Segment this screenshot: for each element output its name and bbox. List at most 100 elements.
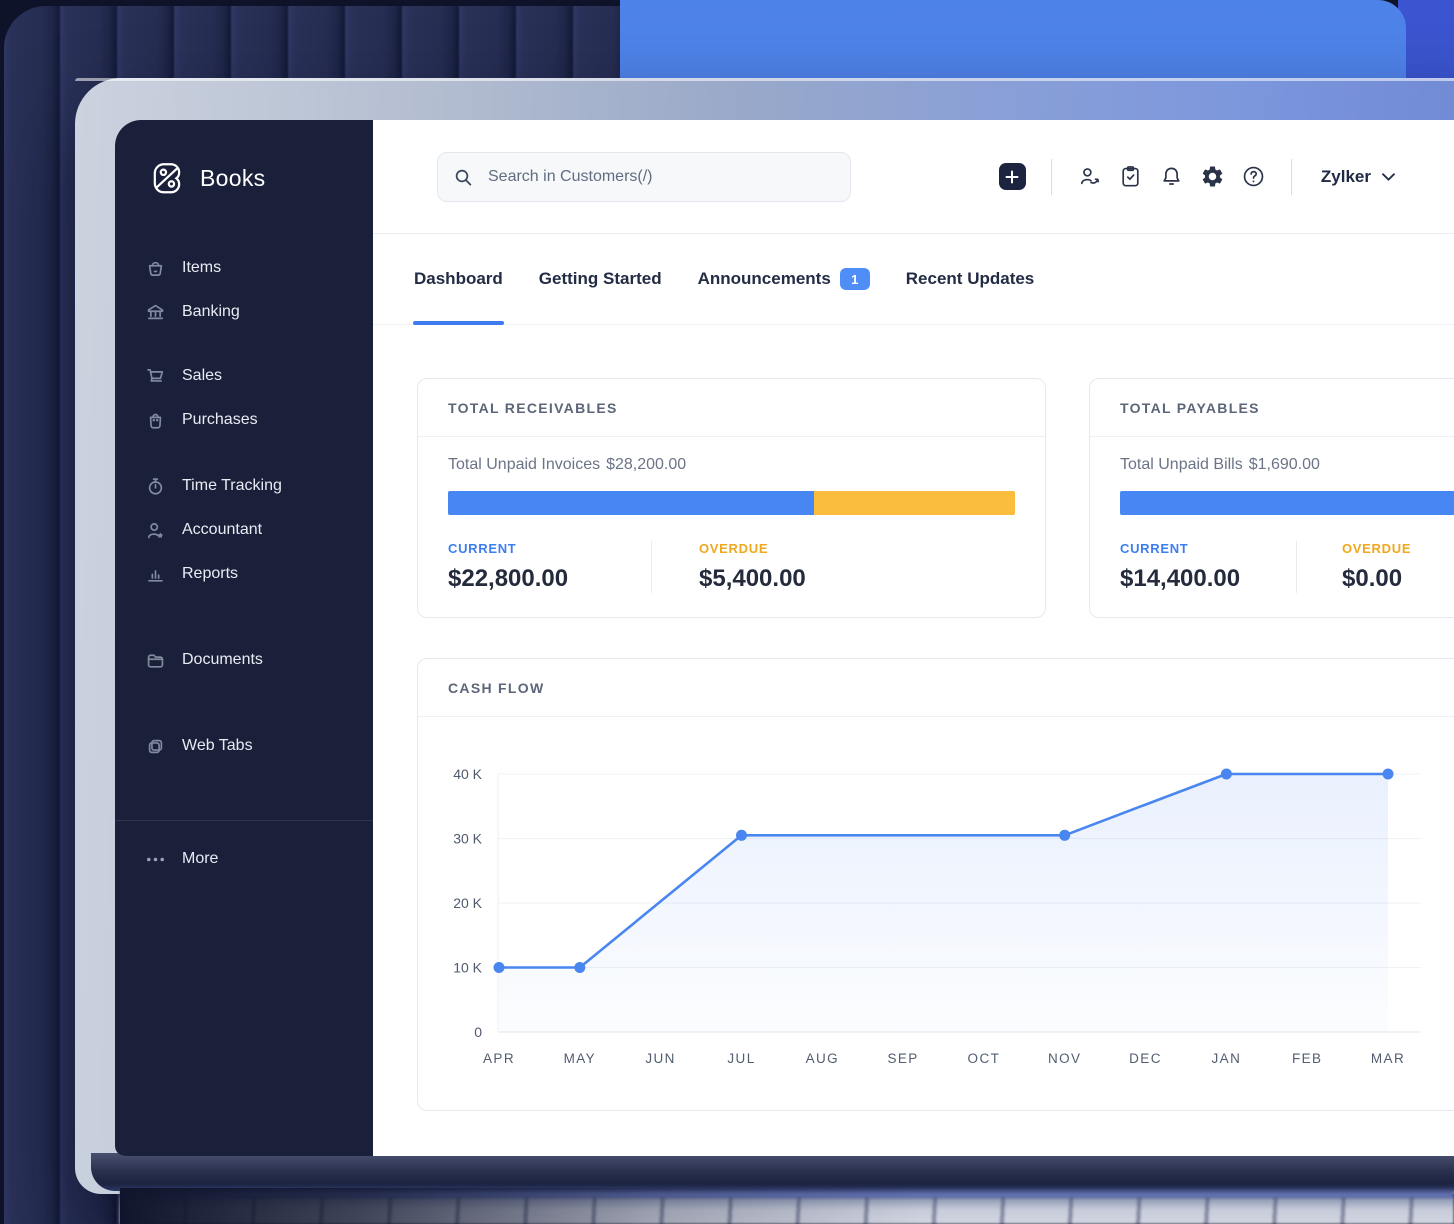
current-stat: CURRENT $22,800.00	[448, 541, 651, 593]
referrals-icon[interactable]	[1077, 164, 1102, 189]
stat-divider	[1296, 541, 1297, 593]
svg-text:10 K: 10 K	[453, 960, 482, 976]
unpaid-summary-label: Total Unpaid Bills	[1120, 456, 1243, 473]
card-header: TOTAL PAYABLES	[1090, 379, 1454, 437]
payables-progress-bar	[1120, 491, 1454, 515]
sidebar-item-label: More	[182, 850, 218, 868]
web-tabs-icon	[145, 736, 166, 757]
overdue-label: OVERDUE	[699, 541, 806, 556]
org-switcher[interactable]: Zylker	[1321, 167, 1395, 187]
org-name: Zylker	[1321, 167, 1371, 187]
sidebar-nav: Items Banking SalesPurchases Time Tracking A…	[115, 246, 373, 788]
svg-text:OCT: OCT	[968, 1051, 1001, 1066]
sidebar-item-web-tabs[interactable]: Web Tabs	[115, 724, 373, 768]
sidebar-group: Documents	[115, 638, 373, 682]
card-body: Total Unpaid Invoices $28,200.00 CURRENT …	[418, 437, 1045, 593]
tasks-icon[interactable]	[1118, 164, 1143, 189]
card-title: TOTAL RECEIVABLES	[448, 400, 618, 416]
sidebar: Books Items Banking SalesPurchases Time Tra…	[115, 120, 373, 1156]
svg-text:JUL: JUL	[727, 1051, 755, 1066]
svg-text:APR: APR	[483, 1051, 515, 1066]
laptop-bezel-highlight	[75, 78, 1454, 81]
header-icon-group	[1077, 164, 1266, 189]
card-header: CASH FLOW	[418, 659, 1454, 717]
card-title: TOTAL PAYABLES	[1120, 400, 1260, 416]
svg-text:0: 0	[474, 1024, 482, 1040]
tab-getting-started[interactable]: Getting Started	[539, 234, 662, 324]
tab-announcements[interactable]: Announcements1	[698, 234, 870, 324]
notifications-icon[interactable]	[1159, 164, 1184, 189]
current-label: CURRENT	[1120, 541, 1296, 556]
folder-icon	[145, 650, 166, 671]
payables-progress-fill	[1120, 491, 1454, 515]
laptop-keyboard	[120, 1188, 1454, 1224]
settings-icon[interactable]	[1200, 164, 1225, 189]
sidebar-item-accountant[interactable]: Accountant	[115, 508, 373, 552]
tab-label: Recent Updates	[906, 269, 1034, 289]
svg-text:FEB: FEB	[1292, 1051, 1322, 1066]
overdue-value: $0.00	[1342, 565, 1411, 593]
overdue-value: $5,400.00	[699, 565, 806, 593]
unpaid-summary: Total Unpaid Bills $1,690.00	[1120, 456, 1454, 474]
announcements-badge: 1	[840, 268, 870, 290]
overdue-stat: OVERDUE $0.00	[1342, 541, 1411, 593]
app-logo-label: Books	[200, 165, 265, 192]
unpaid-summary-label: Total Unpaid Invoices	[448, 456, 600, 473]
sidebar-item-reports[interactable]: Reports	[115, 552, 373, 596]
sidebar-item-items[interactable]: Items	[115, 246, 373, 290]
sidebar-item-time-tracking[interactable]: Time Tracking	[115, 464, 373, 508]
svg-text:40 K: 40 K	[453, 766, 482, 782]
svg-text:30 K: 30 K	[453, 831, 482, 847]
app-logo[interactable]: Books	[149, 160, 373, 196]
svg-text:NOV: NOV	[1048, 1051, 1081, 1066]
svg-text:SEP: SEP	[887, 1051, 918, 1066]
header-divider	[1291, 159, 1292, 195]
sidebar-item-purchases[interactable]: Purchases	[115, 398, 373, 442]
sidebar-item-more[interactable]: More	[115, 837, 373, 881]
bank-icon	[145, 302, 166, 323]
cart-icon	[145, 366, 166, 387]
svg-text:MAR: MAR	[1371, 1051, 1405, 1066]
search-input[interactable]	[486, 167, 835, 187]
books-logo-icon	[149, 160, 185, 196]
help-icon[interactable]	[1241, 164, 1266, 189]
global-search[interactable]	[437, 152, 851, 202]
sidebar-group: SalesPurchases	[115, 354, 373, 442]
total-payables-card: TOTAL PAYABLES Total Unpaid Bills $1,690.…	[1089, 378, 1454, 618]
svg-text:AUG: AUG	[806, 1051, 839, 1066]
sidebar-item-label: Web Tabs	[182, 737, 253, 755]
unpaid-summary: Total Unpaid Invoices $28,200.00	[448, 456, 1015, 474]
chevron-down-icon	[1382, 173, 1395, 181]
app-window: Books Items Banking SalesPurchases Time Tra…	[115, 120, 1454, 1156]
top-bar: Zylker	[373, 120, 1454, 234]
current-label: CURRENT	[448, 541, 651, 556]
ellipsis-icon	[145, 849, 166, 870]
tab-label: Getting Started	[539, 269, 662, 289]
svg-text:DEC: DEC	[1129, 1051, 1162, 1066]
sidebar-item-documents[interactable]: Documents	[115, 638, 373, 682]
plus-icon	[1005, 170, 1019, 184]
sidebar-item-sales[interactable]: Sales	[115, 354, 373, 398]
sidebar-item-banking[interactable]: Banking	[115, 290, 373, 334]
svg-text:JUN: JUN	[645, 1051, 675, 1066]
basket-icon	[145, 258, 166, 279]
receivables-progress-bar	[448, 491, 1015, 515]
sidebar-group: Items Banking	[115, 246, 373, 334]
overdue-stat: OVERDUE $5,400.00	[699, 541, 806, 593]
cashflow-chart: 010 K20 K30 K40 KAPRMAYJUNJULAUGSEPOCTNO…	[418, 717, 1454, 1110]
sidebar-item-label: Items	[182, 259, 221, 277]
tab-dashboard[interactable]: Dashboard	[414, 234, 503, 324]
svg-text:JAN: JAN	[1212, 1051, 1242, 1066]
current-value: $22,800.00	[448, 565, 651, 593]
quick-add-button[interactable]	[999, 163, 1026, 190]
tab-label: Dashboard	[414, 269, 503, 289]
bar-chart-icon	[145, 564, 166, 585]
overdue-label: OVERDUE	[1342, 541, 1411, 556]
unpaid-summary-value: $28,200.00	[606, 456, 686, 473]
sidebar-item-label: Accountant	[182, 521, 262, 539]
laptop-bezel-bottom	[91, 1153, 1454, 1191]
unpaid-summary-value: $1,690.00	[1249, 456, 1320, 473]
dashboard-tabbar: Dashboard Getting Started Announcements1 Re…	[373, 234, 1454, 325]
accountant-icon	[145, 520, 166, 541]
tab-recent-updates[interactable]: Recent Updates	[906, 234, 1034, 324]
